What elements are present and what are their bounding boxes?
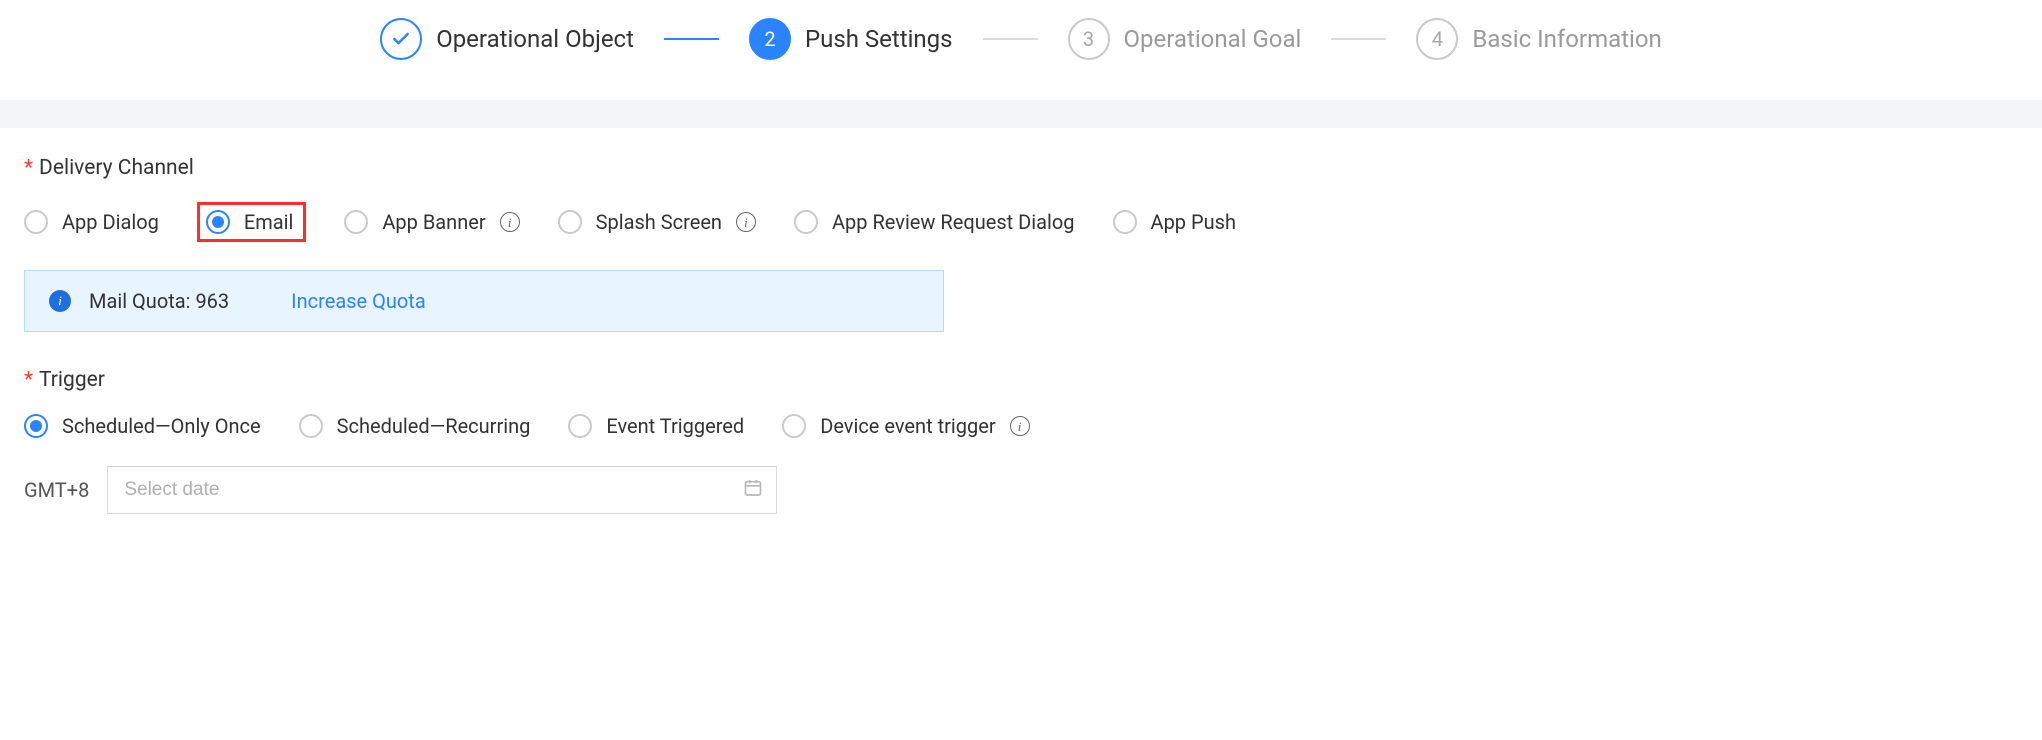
required-star-icon: * <box>24 368 33 392</box>
radio-label: Scheduled—Only Once <box>62 414 261 438</box>
radio-label: App Push <box>1151 210 1236 234</box>
radio-device-event-trigger[interactable]: Device event trigger i <box>782 414 1029 438</box>
radio-app-dialog[interactable]: App Dialog <box>24 210 159 234</box>
info-filled-icon: i <box>49 290 71 312</box>
radio-label: Email <box>244 210 294 234</box>
radio-label: Device event trigger <box>820 414 995 438</box>
schedule-date-row: GMT+8 <box>24 466 2018 514</box>
checkmark-icon <box>380 18 422 60</box>
radio-icon <box>558 210 582 234</box>
radio-icon <box>299 414 323 438</box>
trigger-options: Scheduled—Only Once Scheduled—Recurring … <box>24 414 2018 438</box>
radio-icon <box>1113 210 1137 234</box>
radio-label: Splash Screen <box>596 210 722 234</box>
delivery-channel-label-text: Delivery Channel <box>39 156 194 180</box>
radio-label: Event Triggered <box>606 414 744 438</box>
radio-event-triggered[interactable]: Event Triggered <box>568 414 744 438</box>
step-connector <box>1331 38 1386 40</box>
step-number-icon: 4 <box>1416 18 1458 60</box>
delivery-channel-options: App Dialog Email App Banner i Splash Scr… <box>24 202 2018 242</box>
step-operational-object[interactable]: Operational Object <box>380 18 634 60</box>
radio-icon <box>794 210 818 234</box>
trigger-label: * Trigger <box>24 368 2018 392</box>
wizard-stepper: Operational Object 2 Push Settings 3 Ope… <box>0 0 2042 100</box>
required-star-icon: * <box>24 156 33 180</box>
step-number-icon: 3 <box>1068 18 1110 60</box>
radio-label: App Dialog <box>62 210 159 234</box>
push-settings-form: * Delivery Channel App Dialog Email App … <box>0 128 2042 554</box>
info-icon[interactable]: i <box>500 212 520 232</box>
radio-splash-screen[interactable]: Splash Screen i <box>558 210 756 234</box>
step-connector <box>983 38 1038 40</box>
timezone-label: GMT+8 <box>24 478 89 502</box>
highlighted-selection: Email <box>197 202 307 242</box>
step-label: Push Settings <box>805 25 953 53</box>
date-input[interactable] <box>107 466 777 514</box>
delivery-channel-label: * Delivery Channel <box>24 156 2018 180</box>
trigger-label-text: Trigger <box>39 368 105 392</box>
section-divider <box>0 100 2042 128</box>
radio-label: App Banner <box>382 210 485 234</box>
step-connector <box>664 38 719 40</box>
radio-icon <box>344 210 368 234</box>
step-basic-information[interactable]: 4 Basic Information <box>1416 18 1661 60</box>
step-label: Basic Information <box>1472 25 1661 53</box>
radio-icon <box>24 210 48 234</box>
info-icon[interactable]: i <box>1010 416 1030 436</box>
radio-icon <box>206 210 230 234</box>
step-operational-goal[interactable]: 3 Operational Goal <box>1068 18 1302 60</box>
mail-quota-text: Mail Quota: 963 <box>89 289 229 313</box>
radio-app-push[interactable]: App Push <box>1113 210 1236 234</box>
radio-scheduled-only-once[interactable]: Scheduled—Only Once <box>24 414 261 438</box>
radio-label: Scheduled—Recurring <box>337 414 531 438</box>
radio-app-review-request-dialog[interactable]: App Review Request Dialog <box>794 210 1075 234</box>
mail-quota-alert: i Mail Quota: 963 Increase Quota <box>24 270 944 332</box>
step-label: Operational Object <box>436 25 634 53</box>
info-icon[interactable]: i <box>736 212 756 232</box>
radio-icon <box>24 414 48 438</box>
radio-app-banner[interactable]: App Banner i <box>344 210 519 234</box>
step-number-icon: 2 <box>749 18 791 60</box>
radio-label: App Review Request Dialog <box>832 210 1075 234</box>
radio-icon <box>782 414 806 438</box>
step-label: Operational Goal <box>1124 25 1302 53</box>
radio-scheduled-recurring[interactable]: Scheduled—Recurring <box>299 414 531 438</box>
radio-email[interactable]: Email <box>206 210 294 234</box>
step-push-settings[interactable]: 2 Push Settings <box>749 18 953 60</box>
increase-quota-link[interactable]: Increase Quota <box>291 289 426 313</box>
date-input-wrapper <box>107 466 777 514</box>
radio-icon <box>568 414 592 438</box>
